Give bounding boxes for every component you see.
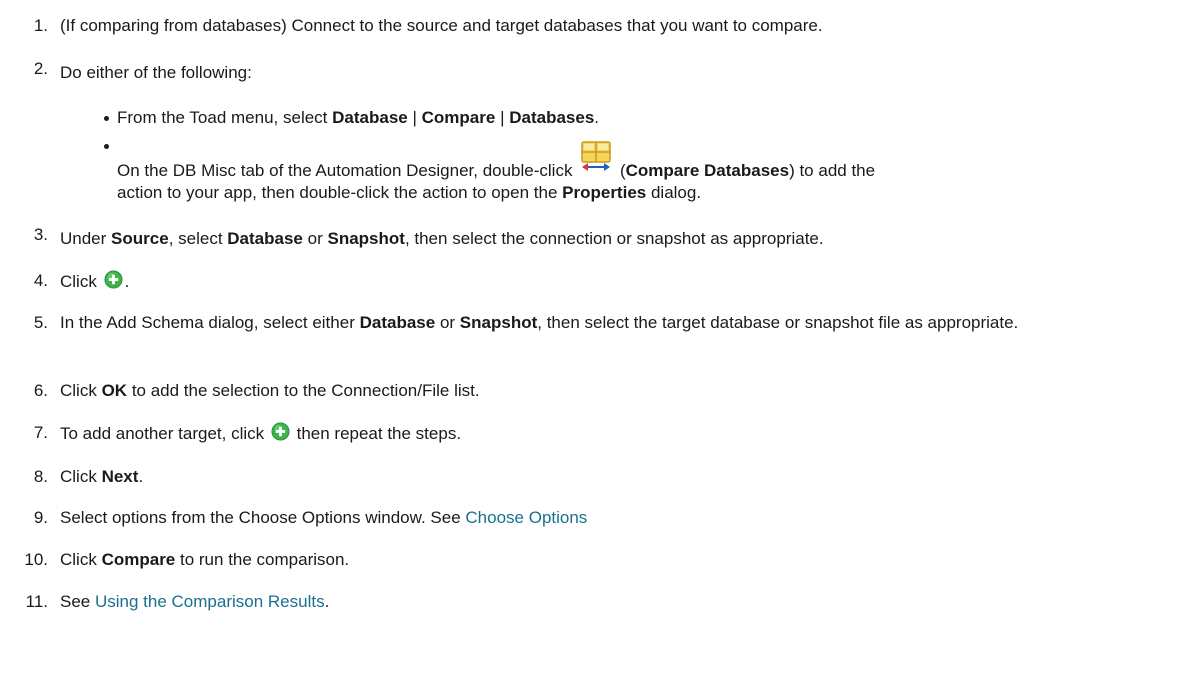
bullet-dot [104,144,112,152]
bullet-text: From the Toad menu, select Database | Co… [117,108,600,127]
step-text: Click OK to add the selection to the Con… [60,381,480,400]
step-text: (If comparing from databases) Connect to… [60,16,823,35]
choose-options-link[interactable]: Choose Options [465,508,587,527]
step-text: Select options from the Choose Options w… [60,508,588,527]
step-text: Click Next. [60,467,144,486]
add-circle-icon[interactable] [104,270,123,289]
add-circle-icon[interactable] [271,422,290,441]
step-number: 10. [24,550,48,569]
procedure-document: 1. (If comparing from databases) Connect… [0,0,1199,691]
step-number: 6. [33,381,48,400]
step-number: 1. [33,16,48,35]
step-number: 8. [33,467,48,486]
step-text: Do either of the following: [60,63,252,82]
step-text: See Using the Comparison Results. [60,592,330,611]
step-number: 11. [25,592,48,611]
step-text: Under Source, select Database or Snapsho… [60,229,824,248]
step-text: In the Add Schema dialog, select either … [60,313,1019,332]
bullet-text: On the DB Misc tab of the Automation Des… [117,140,1187,204]
step-number: 7. [33,423,48,442]
compare-databases-icon[interactable] [579,140,613,174]
bullet-dot [104,116,112,124]
step-number: 3. [33,225,48,244]
step-text: Click . [60,270,130,291]
step-number: 9. [33,508,48,527]
step-number: 4. [33,271,48,290]
step-text: To add another target, click then repeat… [60,422,462,443]
step-text: Click Compare to run the comparison. [60,550,350,569]
comparison-results-link[interactable]: Using the Comparison Results [95,592,325,611]
step-number: 2. [33,59,48,78]
step-number: 5. [33,313,48,332]
